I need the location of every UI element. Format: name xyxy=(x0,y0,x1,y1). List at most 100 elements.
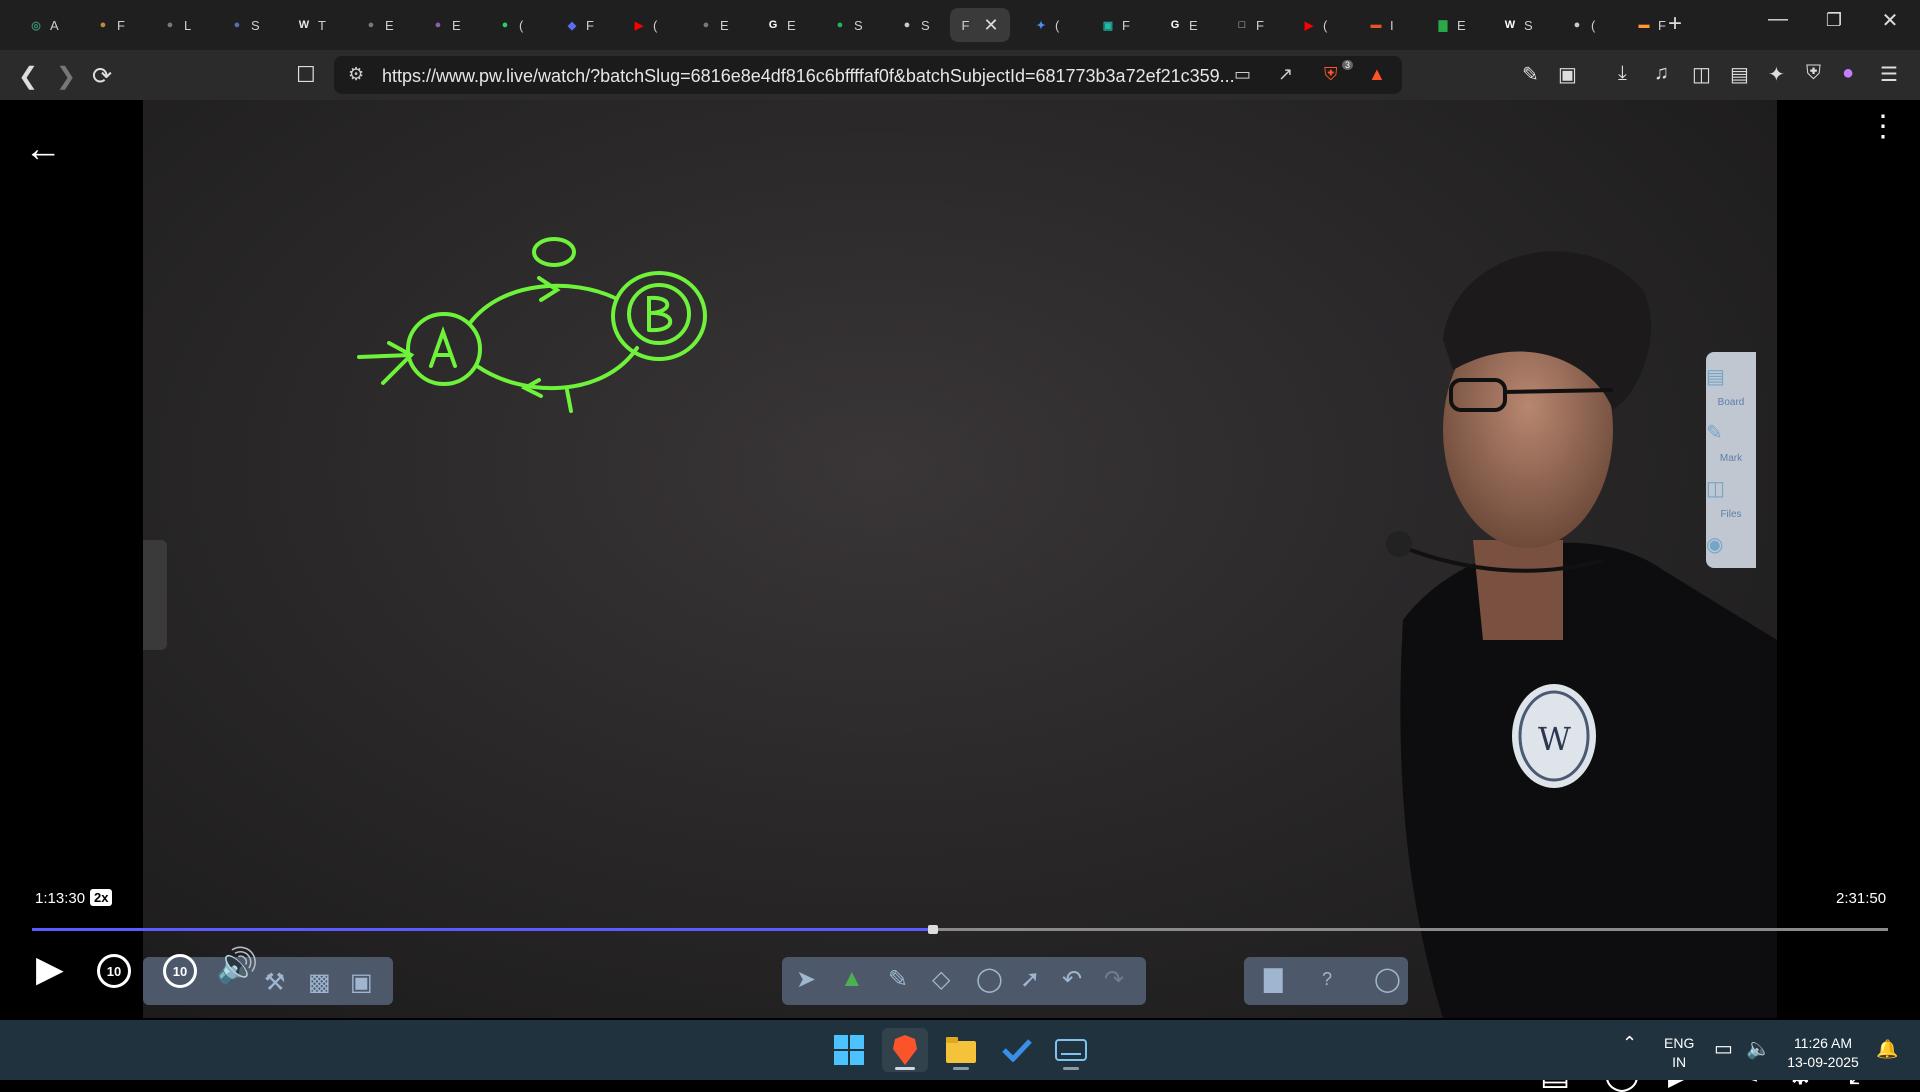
share-icon[interactable]: ↗ xyxy=(1278,64,1293,85)
leo-ai-icon[interactable]: ✦ xyxy=(1768,62,1785,87)
video-frame[interactable]: A B 0 1 xyxy=(143,100,1777,1018)
browser-tab[interactable]: WT xyxy=(280,8,344,42)
browser-tab[interactable]: ●( xyxy=(1553,8,1617,42)
browser-tab[interactable]: ▣ F xyxy=(1084,8,1148,42)
playback-speed-badge[interactable]: 2x xyxy=(90,889,113,906)
board-icon[interactable]: ▤ xyxy=(1706,364,1756,389)
browser-tab[interactable]: ● L xyxy=(146,8,210,42)
browser-tab[interactable]: ● E xyxy=(682,8,746,42)
youtube-icon: ▶ xyxy=(1304,19,1314,32)
browser-tab[interactable]: ● E xyxy=(414,8,478,42)
browser-tab[interactable]: GE xyxy=(749,8,813,42)
mark-icon[interactable]: ✎ xyxy=(1706,420,1756,445)
tool-image-icon: ▩ xyxy=(308,969,331,996)
tab-title: ( xyxy=(1055,17,1060,33)
wallet-icon[interactable]: ▤ xyxy=(1730,62,1749,87)
files-tool-label[interactable]: Files xyxy=(1706,509,1756,520)
browser-tab[interactable]: ▇ E xyxy=(1419,8,1483,42)
notification-bell-icon[interactable]: 🔔 xyxy=(1876,1040,1898,1059)
browser-tab-strip: ◎ A ● F ● L ● S W T ● E ● E ●(◆ F ▶(● E G E ● S ● S F ✕ ✦(▣ F G E □ F ▶(… xyxy=(0,0,1920,50)
files-icon[interactable]: ◫ xyxy=(1706,476,1756,501)
camera-icon[interactable]: ◉ xyxy=(1706,532,1756,557)
menu-icon[interactable]: ☰ xyxy=(1880,62,1898,87)
browser-tab[interactable]: ● S xyxy=(213,8,277,42)
restore-icon[interactable]: ❐ xyxy=(1814,10,1854,31)
board-tool-label[interactable]: Board xyxy=(1706,397,1756,408)
show-hidden-icons[interactable]: ⌃ xyxy=(1622,1034,1637,1053)
sidebar-icon[interactable]: ◫ xyxy=(1692,62,1711,87)
site-info-icon[interactable]: ⚙ xyxy=(348,64,364,85)
back-icon[interactable]: ❮ xyxy=(18,62,38,91)
new-tab-button[interactable]: + xyxy=(1668,10,1682,38)
browser-tab[interactable]: ✦( xyxy=(1017,8,1081,42)
todo-icon[interactable] xyxy=(994,1028,1040,1072)
browser-tab[interactable]: ◆ F xyxy=(548,8,612,42)
forward-icon[interactable]: ❯ xyxy=(56,62,76,91)
seek-bar-handle[interactable] xyxy=(928,925,939,934)
extensions-icon[interactable]: ✎ xyxy=(1522,62,1539,87)
clock[interactable]: 11:26 AM 13-09-2025 xyxy=(1786,1034,1860,1072)
tab-title: S xyxy=(921,17,930,33)
mark-tool-label[interactable]: Mark xyxy=(1706,453,1756,464)
more-options-icon[interactable]: ⋮ xyxy=(1868,112,1898,142)
browser-tab[interactable]: ▶( xyxy=(615,8,679,42)
cast-icon[interactable]: ▭ xyxy=(1234,64,1251,85)
brave-rewards-icon[interactable]: ▲ xyxy=(1368,64,1386,85)
clock-time: 11:26 AM xyxy=(1793,1035,1853,1051)
language-indicator[interactable]: ENG IN xyxy=(1664,1034,1694,1072)
start-icon[interactable] xyxy=(826,1028,872,1072)
volume-icon[interactable]: 🔊 xyxy=(216,946,258,986)
browser-tab[interactable]: ●( xyxy=(481,8,545,42)
tab-title: F xyxy=(117,17,125,33)
region-code: IN xyxy=(1672,1054,1687,1070)
browser-toolbar: ❮ ❯ ⟳ ☐ ⚙ https://www.pw.live/watch/?bat… xyxy=(0,50,1920,100)
forward-10-button[interactable]: 10 xyxy=(163,954,197,988)
back-arrow-icon[interactable]: ← xyxy=(24,128,62,171)
google-icon: G xyxy=(1170,19,1180,31)
minimize-icon[interactable]: — xyxy=(1758,8,1798,31)
presenter-image: W xyxy=(1386,251,1777,1018)
seek-bar[interactable] xyxy=(32,925,1888,934)
browser-tab[interactable]: F ✕ xyxy=(950,8,1010,42)
rewind-10-button[interactable]: 10 xyxy=(97,954,131,988)
left-panel-handle[interactable] xyxy=(143,540,167,650)
close-tab-icon[interactable]: ✕ xyxy=(983,15,998,36)
browser-tab[interactable]: ▶( xyxy=(1285,8,1349,42)
browser-tab[interactable]: ● S xyxy=(816,8,880,42)
brave-browser-icon[interactable] xyxy=(882,1028,928,1072)
keyboard-icon[interactable] xyxy=(1048,1028,1094,1072)
google-icon: G xyxy=(768,19,778,31)
play-icon[interactable]: ▶ xyxy=(36,948,64,990)
browser-tab[interactable]: ▬ I xyxy=(1352,8,1416,42)
browser-tab[interactable]: ● S xyxy=(883,8,947,42)
browser-tab[interactable]: ● F xyxy=(79,8,143,42)
reader-icon[interactable]: ▣ xyxy=(1558,62,1577,87)
file-explorer-icon[interactable] xyxy=(938,1028,984,1072)
question-icon: ? xyxy=(1322,969,1333,989)
browser-tab[interactable]: GE xyxy=(1151,8,1215,42)
video-player[interactable]: A B 0 1 xyxy=(0,100,1920,1091)
browser-tab[interactable]: ● E xyxy=(347,8,411,42)
spotify-icon: ● xyxy=(836,19,844,31)
vpn-icon[interactable]: ⛨ xyxy=(1806,62,1821,85)
download-icon[interactable]: ⤓ xyxy=(1618,62,1627,85)
wikipedia-icon: W xyxy=(1504,19,1516,31)
bookmark-icon[interactable]: ☐ xyxy=(296,62,316,88)
close-window-icon[interactable]: ✕ xyxy=(1870,8,1910,33)
speaker-icon[interactable]: 🔈 xyxy=(1746,1039,1771,1059)
browser-tab[interactable]: □ F xyxy=(1218,8,1282,42)
address-bar[interactable]: ⚙ https://www.pw.live/watch/?batchSlug=6… xyxy=(334,56,1402,94)
network-icon[interactable]: ▭ xyxy=(1714,1039,1733,1059)
media-icon[interactable]: ♫ xyxy=(1654,62,1669,85)
tool-picture-icon: ▣ xyxy=(350,969,373,996)
reload-icon[interactable]: ⟳ xyxy=(92,62,112,91)
profile-icon[interactable]: ● xyxy=(1842,62,1854,85)
tab-title: F xyxy=(1256,17,1264,33)
tab-title: E xyxy=(385,17,394,33)
tab-title: E xyxy=(720,17,729,33)
url-text[interactable]: https://www.pw.live/watch/?batchSlug=681… xyxy=(382,66,1235,87)
browser-tab[interactable]: ◎ A xyxy=(12,8,76,42)
seek-bar-fill xyxy=(32,928,931,931)
brave-shield-icon[interactable]: ⛨ xyxy=(1324,64,1338,85)
browser-tab[interactable]: WS xyxy=(1486,8,1550,42)
